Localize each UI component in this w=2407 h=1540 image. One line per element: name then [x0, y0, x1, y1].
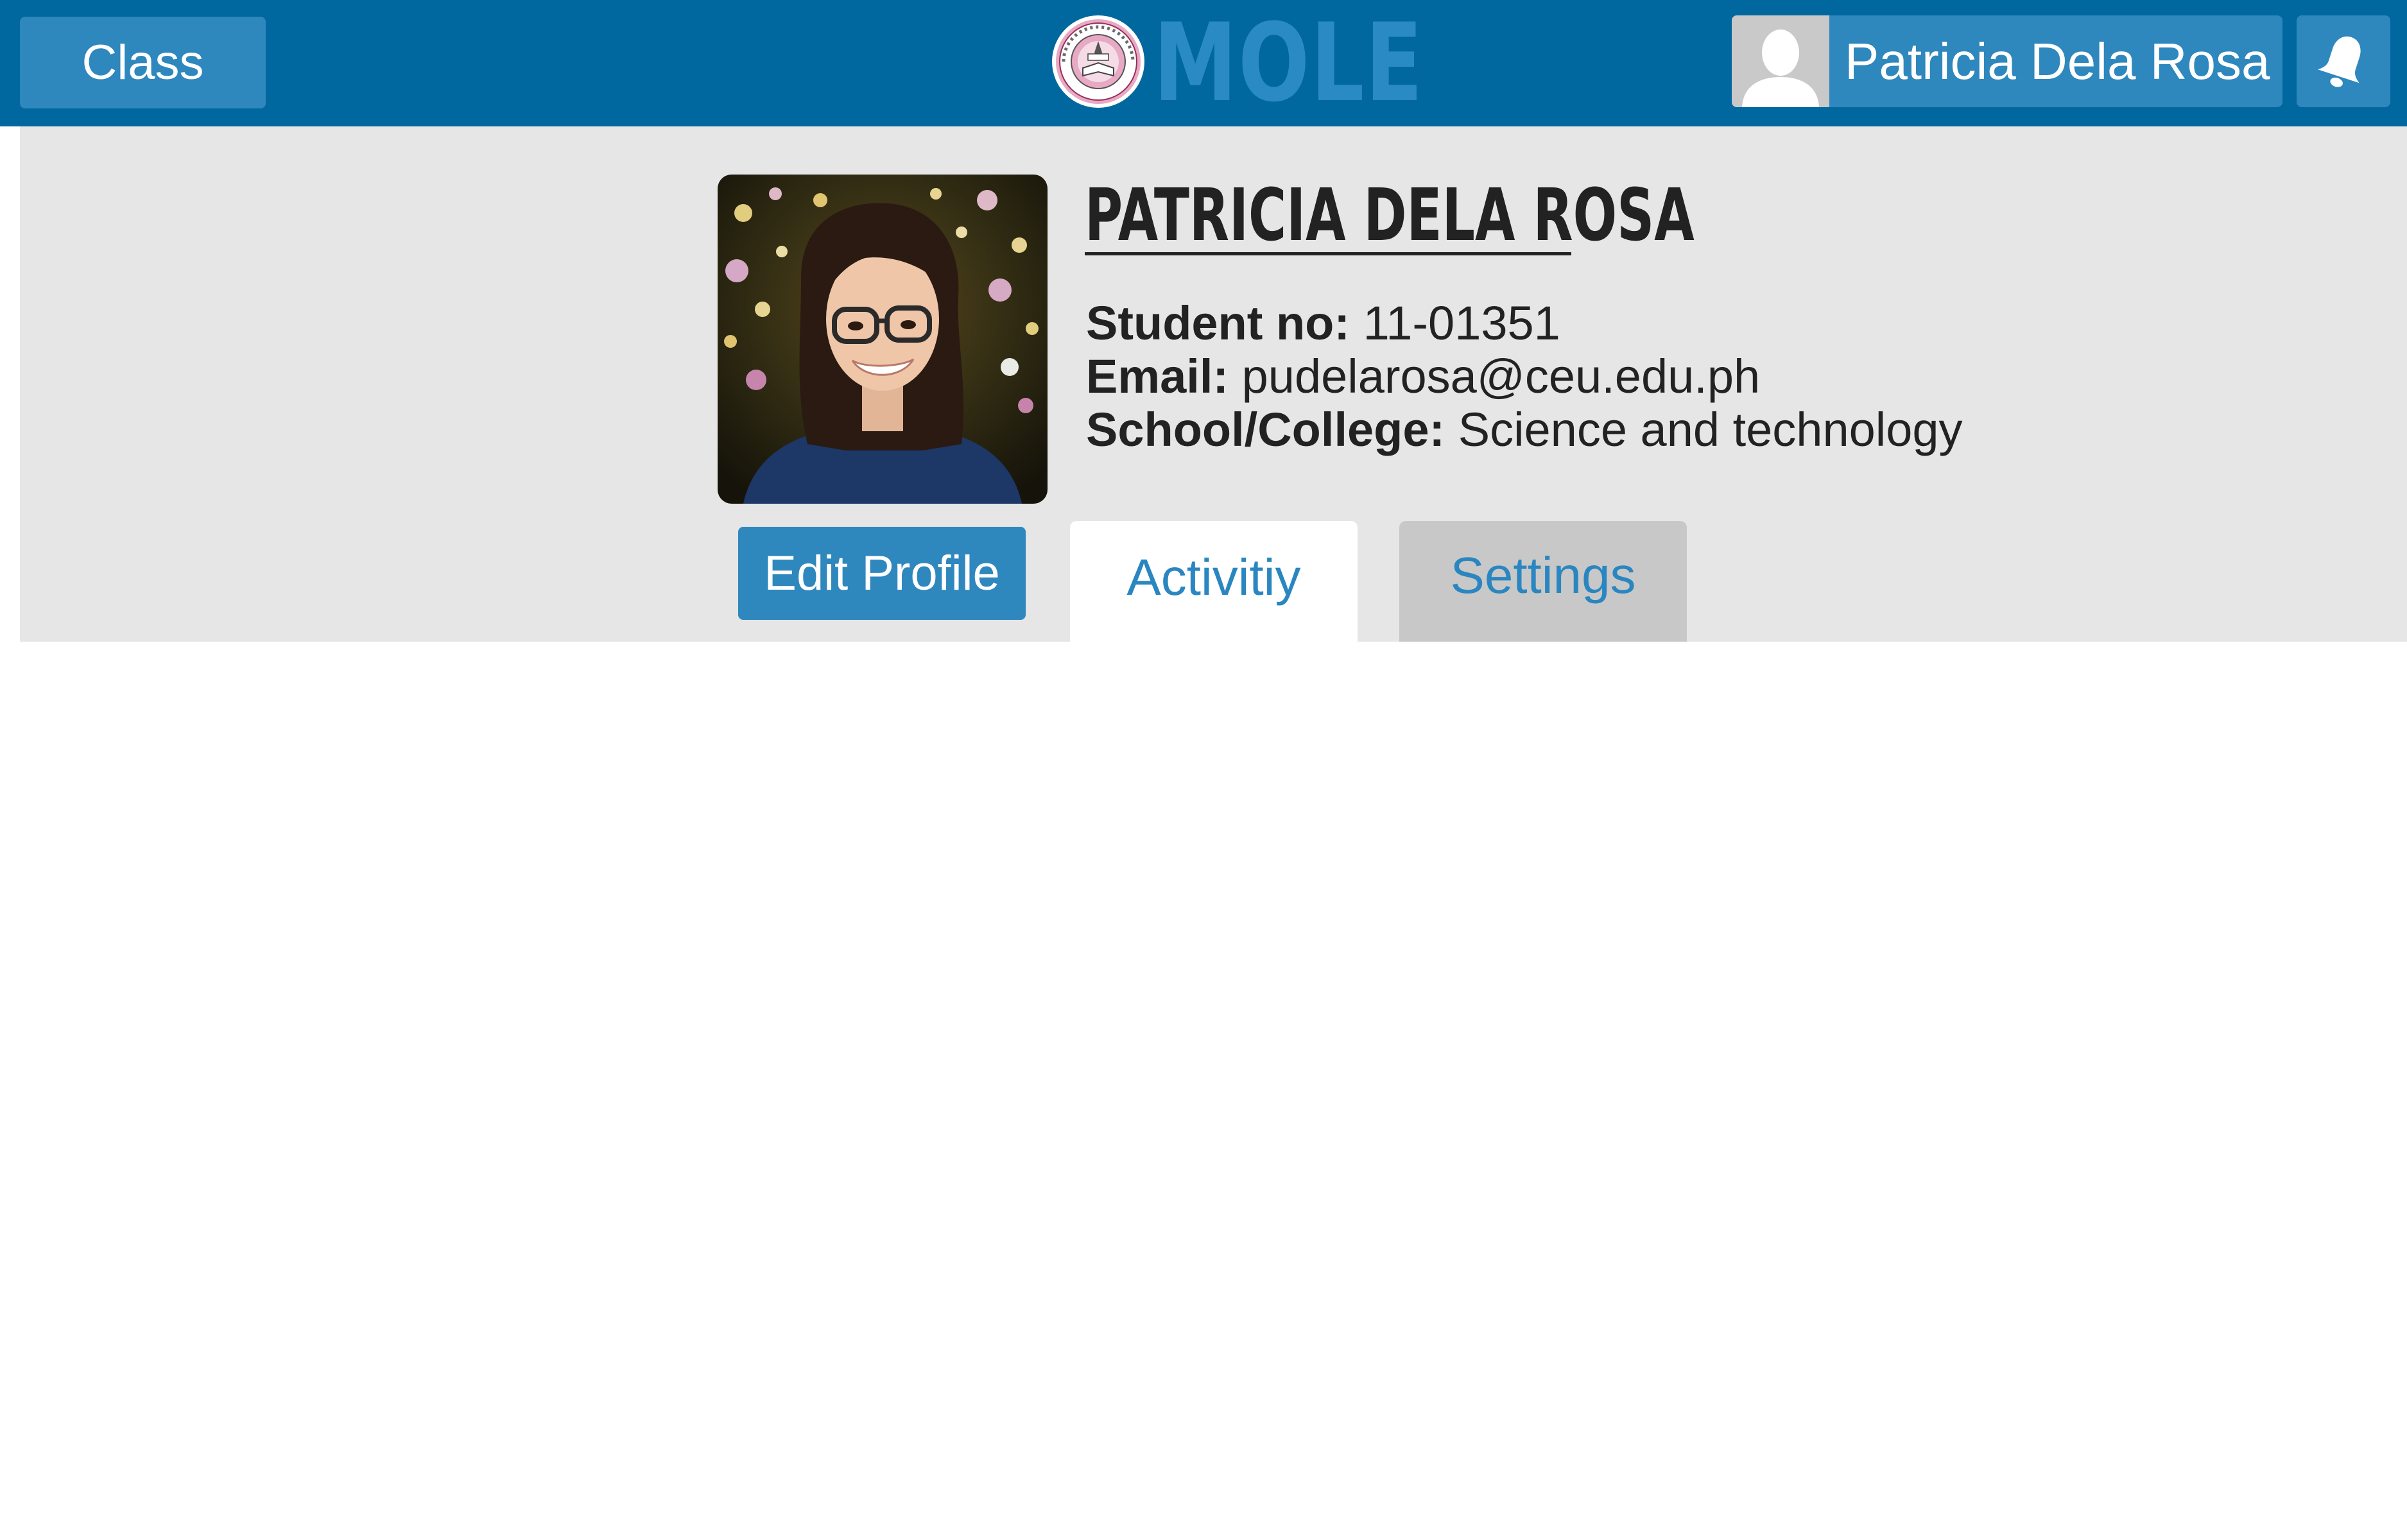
- student-number-row: Student no: 11-01351: [1086, 296, 1560, 350]
- bell-icon: [2318, 36, 2361, 87]
- student-number-label: Student no:: [1086, 296, 1350, 350]
- email-value: pudelarosa@ceu.edu.ph: [1241, 350, 1761, 403]
- email-label: Email:: [1086, 350, 1229, 403]
- school-label: School/College:: [1086, 403, 1445, 456]
- email-row: Email: pudelarosa@ceu.edu.ph: [1086, 350, 1760, 404]
- tab-activity[interactable]: Activitiy: [1070, 521, 1358, 642]
- app-logo-text: MOLE: [1153, 0, 1424, 126]
- default-avatar-icon: [1732, 15, 1829, 107]
- name-underline-divider: [1085, 252, 1571, 255]
- school-value: Science and technology: [1458, 403, 1963, 456]
- top-navigation-bar: Class MOLE Patricia Dela Rosa: [0, 0, 2407, 126]
- school-row: School/College: Science and technology: [1086, 403, 1963, 457]
- student-number-value: 11-01351: [1363, 296, 1560, 350]
- university-seal-icon: [1051, 14, 1146, 109]
- user-menu-button[interactable]: Patricia Dela Rosa: [1732, 15, 2282, 107]
- profile-photo: [718, 175, 1048, 504]
- tab-settings[interactable]: Settings: [1399, 521, 1687, 642]
- profile-name-heading: PATRICIA DELA ROSA: [1085, 174, 1695, 257]
- class-button[interactable]: Class: [20, 17, 266, 108]
- user-name-label: Patricia Dela Rosa: [1845, 33, 2270, 90]
- edit-profile-button[interactable]: Edit Profile: [738, 527, 1026, 620]
- notifications-button[interactable]: [2297, 15, 2390, 107]
